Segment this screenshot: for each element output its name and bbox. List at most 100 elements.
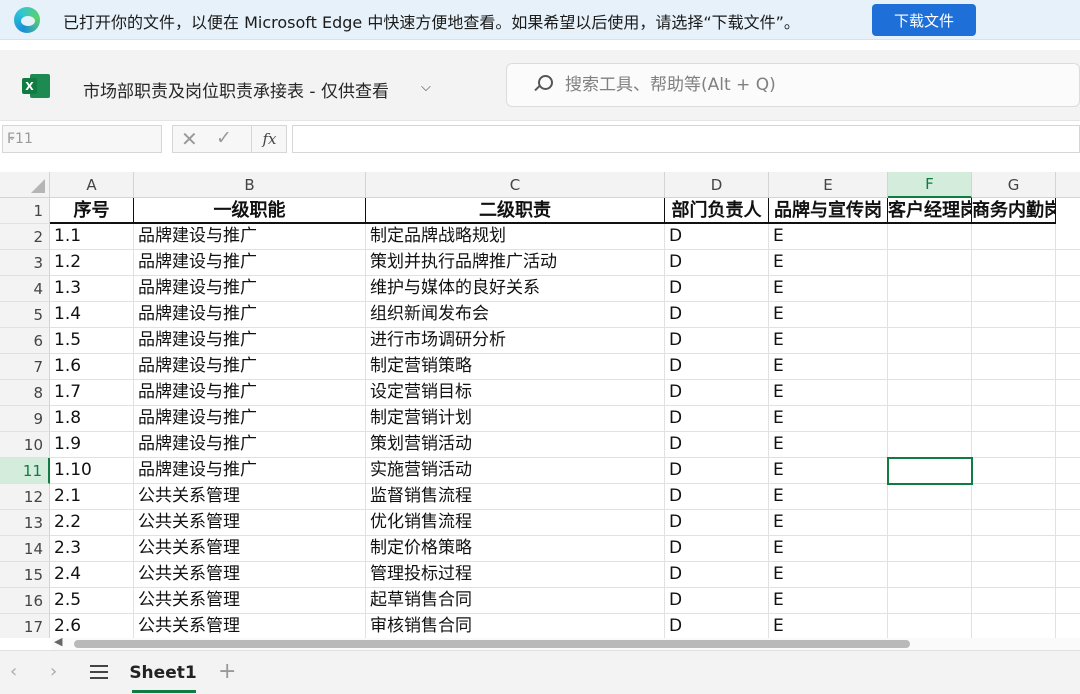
table-cell[interactable] (972, 432, 1056, 458)
table-cell[interactable] (972, 328, 1056, 354)
table-cell[interactable]: E (769, 328, 888, 354)
table-cell[interactable]: 1.2 (50, 250, 134, 276)
table-cell[interactable] (888, 328, 972, 354)
table-cell[interactable]: E (769, 432, 888, 458)
table-cell[interactable]: 1.7 (50, 380, 134, 406)
table-cell[interactable] (888, 432, 972, 458)
table-cell[interactable]: 品牌建设与推广 (134, 328, 366, 354)
row-header-5[interactable]: 5 (0, 302, 50, 328)
table-cell[interactable]: D (665, 510, 769, 536)
row-header-9[interactable]: 9 (0, 406, 50, 432)
table-cell[interactable] (888, 536, 972, 562)
table-cell[interactable]: 实施营销活动 (366, 458, 665, 484)
row-header-14[interactable]: 14 (0, 536, 50, 562)
row-header-4[interactable]: 4 (0, 276, 50, 302)
table-cell[interactable]: 品牌建设与推广 (134, 250, 366, 276)
table-cell[interactable] (972, 614, 1056, 638)
table-cell[interactable] (972, 588, 1056, 614)
table-cell[interactable] (1056, 588, 1080, 614)
table-cell[interactable]: 品牌建设与推广 (134, 406, 366, 432)
sheet-tab-sheet1[interactable]: Sheet1 (129, 651, 197, 694)
table-cell[interactable]: 进行市场调研分析 (366, 328, 665, 354)
table-cell[interactable]: 监督销售流程 (366, 484, 665, 510)
table-cell[interactable] (1056, 250, 1080, 276)
row-header-12[interactable]: 12 (0, 484, 50, 510)
table-cell[interactable]: D (665, 432, 769, 458)
table-cell[interactable]: D (665, 302, 769, 328)
table-cell[interactable]: 品牌建设与推广 (134, 458, 366, 484)
table-cell[interactable]: 2.6 (50, 614, 134, 638)
table-cell[interactable]: 策划营销活动 (366, 432, 665, 458)
table-cell[interactable]: D (665, 588, 769, 614)
table-cell[interactable]: 2.5 (50, 588, 134, 614)
table-cell[interactable]: 1.9 (50, 432, 134, 458)
table-cell[interactable]: 公共关系管理 (134, 614, 366, 638)
name-box[interactable]: F11 ⌄ (2, 125, 162, 153)
table-cell[interactable] (972, 276, 1056, 302)
table-cell[interactable]: D (665, 354, 769, 380)
table-cell[interactable]: 公共关系管理 (134, 588, 366, 614)
table-cell[interactable] (1056, 224, 1080, 250)
row-header-13[interactable]: 13 (0, 510, 50, 536)
insert-function-icon[interactable]: fx (251, 126, 287, 152)
table-cell[interactable] (888, 380, 972, 406)
table-cell[interactable] (972, 224, 1056, 250)
row-header-16[interactable]: 16 (0, 588, 50, 614)
table-cell[interactable] (972, 536, 1056, 562)
table-cell[interactable] (1056, 328, 1080, 354)
table-cell[interactable] (1056, 484, 1080, 510)
table-cell[interactable]: 品牌建设与推广 (134, 354, 366, 380)
table-cell[interactable] (1056, 510, 1080, 536)
table-cell[interactable]: 审核销售合同 (366, 614, 665, 638)
table-cell[interactable]: 制定价格策略 (366, 536, 665, 562)
row-header-1[interactable]: 1 (0, 198, 50, 224)
table-cell[interactable]: E (769, 224, 888, 250)
table-cell[interactable]: 策划并执行品牌推广活动 (366, 250, 665, 276)
table-cell[interactable] (888, 276, 972, 302)
search-input[interactable] (565, 72, 1065, 98)
table-cell[interactable]: E (769, 406, 888, 432)
table-cell[interactable]: 1.4 (50, 302, 134, 328)
next-sheet-icon[interactable]: › (50, 661, 57, 682)
table-cell[interactable] (1056, 614, 1080, 638)
table-cell[interactable]: D (665, 250, 769, 276)
table-cell[interactable] (972, 484, 1056, 510)
row-header-3[interactable]: 3 (0, 250, 50, 276)
table-cell[interactable]: E (769, 536, 888, 562)
row-header-15[interactable]: 15 (0, 562, 50, 588)
column-header-f[interactable]: F (888, 172, 972, 198)
table-cell[interactable] (888, 588, 972, 614)
table-cell[interactable]: 设定营销目标 (366, 380, 665, 406)
table-cell[interactable]: 优化销售流程 (366, 510, 665, 536)
table-cell[interactable]: 1.5 (50, 328, 134, 354)
scrollbar-thumb[interactable] (74, 640, 910, 648)
add-sheet-icon[interactable]: + (218, 659, 236, 684)
table-cell[interactable] (1056, 432, 1080, 458)
formula-input[interactable] (292, 125, 1080, 153)
table-cell[interactable]: D (665, 614, 769, 638)
table-cell[interactable] (972, 562, 1056, 588)
table-cell[interactable] (888, 510, 972, 536)
row-header-7[interactable]: 7 (0, 354, 50, 380)
table-cell[interactable]: 制定营销策略 (366, 354, 665, 380)
table-cell[interactable]: E (769, 380, 888, 406)
table-cell[interactable]: D (665, 224, 769, 250)
table-cell[interactable]: D (665, 328, 769, 354)
row-header-11[interactable]: 11 (0, 458, 50, 484)
column-header-c[interactable]: C (366, 172, 665, 198)
check-icon[interactable]: ✓ (216, 127, 232, 149)
table-cell[interactable]: E (769, 614, 888, 638)
table-cell[interactable] (972, 458, 1056, 484)
table-cell[interactable]: 1.10 (50, 458, 134, 484)
table-cell[interactable]: E (769, 510, 888, 536)
previous-sheet-icon[interactable]: ‹ (10, 661, 17, 682)
table-cell[interactable]: 1.1 (50, 224, 134, 250)
all-sheets-menu-icon[interactable] (90, 665, 108, 679)
table-cell[interactable]: 公共关系管理 (134, 510, 366, 536)
table-cell[interactable]: 1.3 (50, 276, 134, 302)
scroll-left-arrow-icon[interactable]: ◀ (54, 635, 62, 648)
table-cell[interactable]: 品牌建设与推广 (134, 432, 366, 458)
table-cell[interactable] (972, 380, 1056, 406)
table-cell[interactable] (1056, 354, 1080, 380)
table-cell[interactable]: 品牌建设与推广 (134, 224, 366, 250)
